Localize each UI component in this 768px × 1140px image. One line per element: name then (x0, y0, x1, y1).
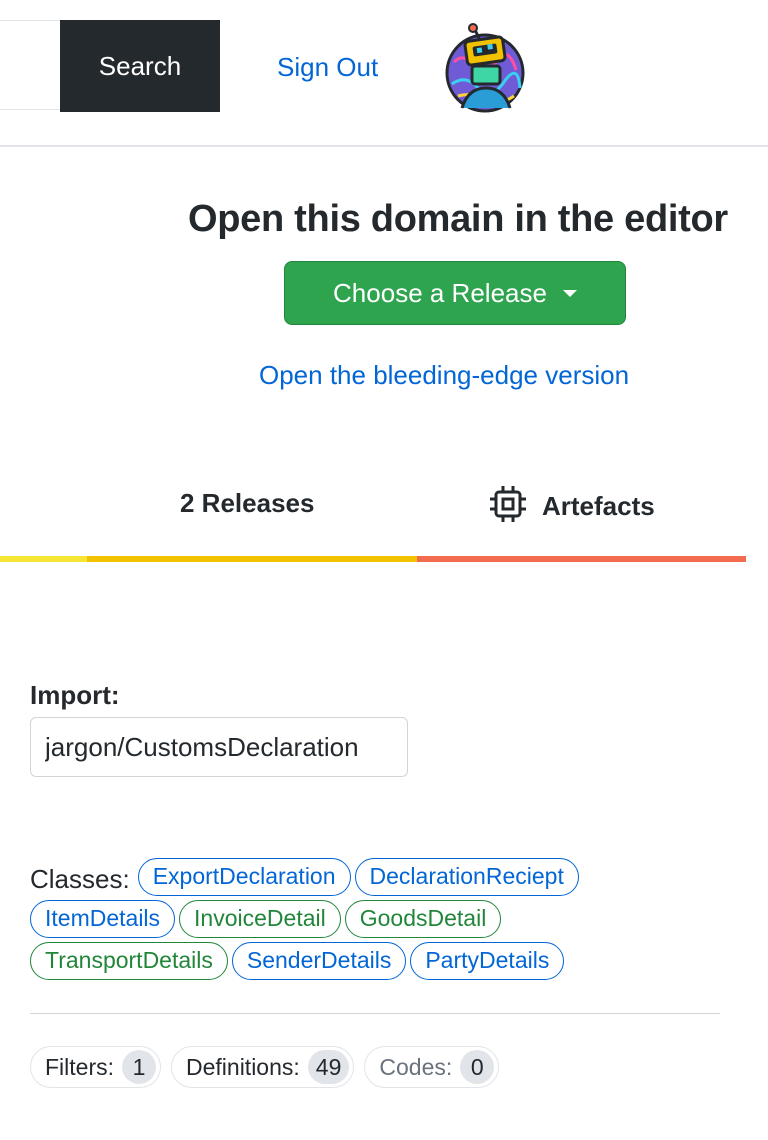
classes-label: Classes: (30, 863, 130, 894)
robot-avatar-icon[interactable] (444, 22, 526, 114)
choose-release-button[interactable]: Choose a Release (284, 261, 626, 325)
tab-underline-releases (87, 556, 417, 562)
class-pill-invoice-detail[interactable]: InvoiceDetail (179, 900, 341, 938)
tab-releases[interactable]: 2 Releases (180, 488, 314, 519)
definitions-label: Definitions: (186, 1053, 300, 1080)
classes-list: Classes: ExportDeclaration DeclarationRe… (30, 858, 730, 984)
filters-counter[interactable]: Filters: 1 (30, 1046, 161, 1088)
caret-down-icon (562, 289, 577, 297)
codes-counter[interactable]: Codes: 0 (364, 1046, 500, 1088)
section-divider (30, 1013, 720, 1014)
definitions-count: 49 (307, 1050, 350, 1084)
class-pill-sender-details[interactable]: SenderDetails (231, 942, 407, 980)
sign-out-link[interactable]: Sign Out (277, 52, 378, 83)
filters-count: 1 (122, 1050, 156, 1084)
cpu-chip-icon (488, 484, 528, 529)
search-input[interactable] (0, 20, 60, 110)
tab-underline-segment (0, 556, 87, 562)
header-divider (0, 145, 768, 147)
import-label: Import: (30, 680, 120, 710)
definitions-counter[interactable]: Definitions: 49 (171, 1046, 355, 1088)
class-pill-transport-details[interactable]: TransportDetails (30, 942, 228, 980)
tab-artefacts[interactable]: Artefacts (488, 484, 655, 529)
class-pill-item-details[interactable]: ItemDetails (30, 900, 176, 938)
codes-label: Codes: (379, 1053, 453, 1080)
editor-title: Open this domain in the editor (188, 198, 728, 240)
bleeding-edge-link[interactable]: Open the bleeding-edge version (259, 360, 629, 391)
tab-underline-artefacts (417, 556, 746, 562)
class-pill-goods-detail[interactable]: GoodsDetail (344, 900, 502, 938)
codes-count: 0 (460, 1050, 495, 1084)
counters-bar: Filters: 1 Definitions: 49 Codes: 0 (30, 1046, 500, 1088)
import-field[interactable] (30, 717, 408, 777)
choose-release-label: Choose a Release (333, 277, 547, 308)
tab-artefacts-label: Artefacts (542, 491, 655, 521)
class-pill-party-details[interactable]: PartyDetails (410, 942, 565, 980)
class-pill-export-declaration[interactable]: ExportDeclaration (137, 858, 351, 896)
filters-label: Filters: (45, 1053, 114, 1080)
search-button[interactable]: Search (60, 20, 220, 112)
class-pill-declaration-reciept[interactable]: DeclarationReciept (354, 858, 579, 896)
